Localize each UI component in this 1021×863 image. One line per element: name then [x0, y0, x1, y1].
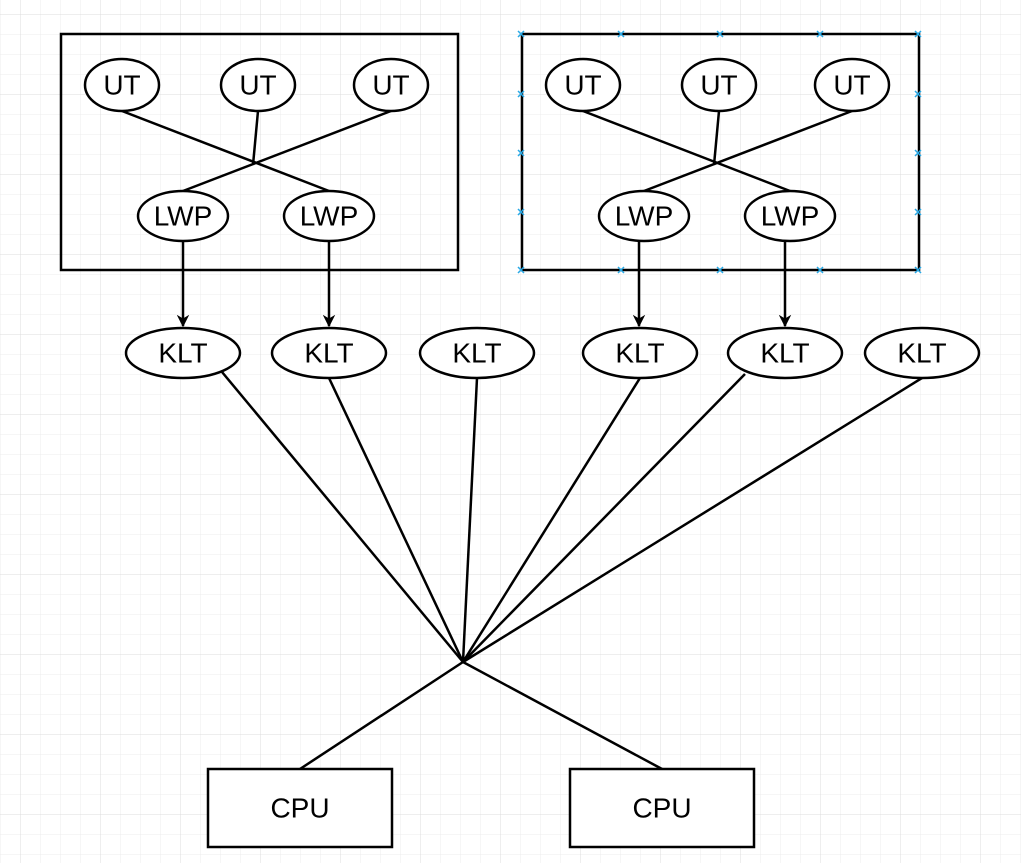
user-thread-label: UT	[700, 70, 737, 101]
lwp-label: LWP	[615, 201, 674, 232]
cpu-box[interactable]: CPU	[568, 767, 756, 849]
grid-background	[0, 0, 1021, 863]
user-thread[interactable]: UT	[219, 57, 297, 113]
kernel-thread-label: KLT	[760, 338, 809, 369]
user-thread-label: UT	[372, 70, 409, 101]
kernel-thread[interactable]: KLT	[581, 326, 699, 380]
cpu-box[interactable]: CPU	[206, 767, 394, 849]
cpu-label: CPU	[632, 793, 691, 824]
lwp[interactable]: LWP	[597, 189, 691, 243]
user-thread[interactable]: UT	[544, 57, 622, 113]
kernel-thread-label: KLT	[897, 338, 946, 369]
kernel-thread[interactable]: KLT	[124, 326, 242, 380]
kernel-thread-label: KLT	[158, 338, 207, 369]
kernel-thread-label: KLT	[304, 338, 353, 369]
user-thread[interactable]: UT	[680, 57, 758, 113]
user-thread-label: UT	[103, 70, 140, 101]
kernel-thread[interactable]: KLT	[726, 326, 844, 380]
kernel-thread[interactable]: KLT	[418, 326, 536, 380]
lwp-label: LWP	[300, 201, 359, 232]
user-thread-label: UT	[833, 70, 870, 101]
lwp[interactable]: LWP	[743, 189, 837, 243]
user-thread[interactable]: UT	[813, 57, 891, 113]
diagram-canvas[interactable]: UT UT UT LWP LWP UT UT UT LWP LWP KLT KLT KLT KLT KLT K…	[0, 0, 1021, 863]
lwp[interactable]: LWP	[282, 189, 376, 243]
user-thread[interactable]: UT	[352, 57, 430, 113]
lwp-label: LWP	[761, 201, 820, 232]
user-thread-label: UT	[564, 70, 601, 101]
kernel-thread-label: KLT	[615, 338, 664, 369]
lwp-label: LWP	[154, 201, 213, 232]
cpu-label: CPU	[270, 793, 329, 824]
lwp[interactable]: LWP	[136, 189, 230, 243]
kernel-thread-label: KLT	[452, 338, 501, 369]
kernel-thread[interactable]: KLT	[270, 326, 388, 380]
user-thread[interactable]: UT	[83, 57, 161, 113]
kernel-thread[interactable]: KLT	[863, 326, 981, 380]
user-thread-label: UT	[239, 70, 276, 101]
